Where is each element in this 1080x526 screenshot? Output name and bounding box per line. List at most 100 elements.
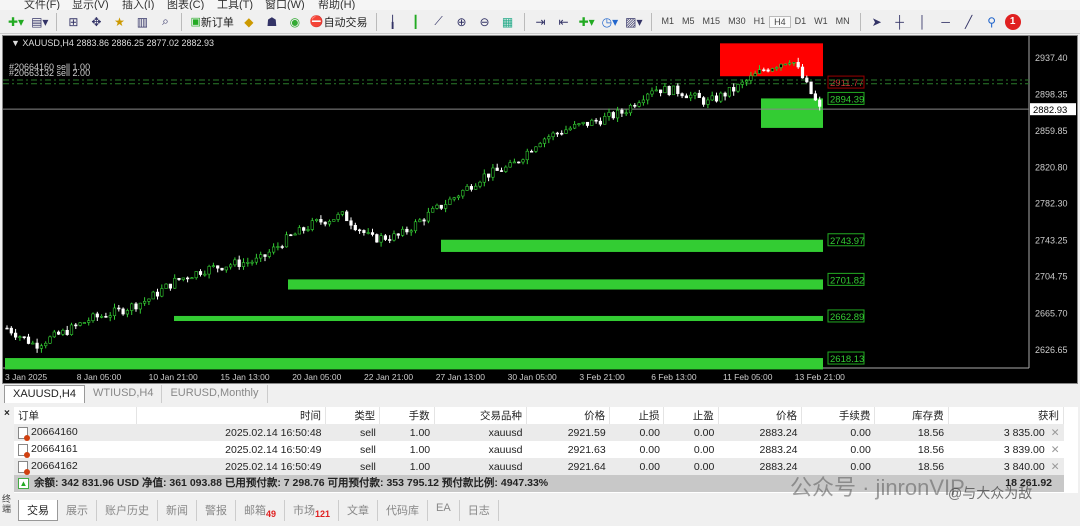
terminal-tab[interactable]: 新闻 (158, 500, 197, 522)
column-header[interactable]: 价格 (526, 407, 611, 424)
search-icon[interactable]: ⚲ (982, 12, 1002, 32)
menu-item[interactable]: 插入(I) (122, 0, 154, 10)
table-row[interactable]: 20664160 2025.02.14 16:50:48 sell 1.00 xauus… (14, 424, 1064, 441)
terminal-tab[interactable]: 展示 (58, 500, 97, 522)
zone-rect[interactable] (761, 98, 823, 128)
autoscroll-icon[interactable]: ⇥ (531, 12, 551, 32)
terminal-tab[interactable]: EA (428, 500, 460, 522)
timeframe-mn[interactable]: MN (832, 16, 854, 28)
new-chart-icon[interactable]: ✚▾ (6, 12, 26, 32)
indicators-icon[interactable]: ✚▾ (577, 12, 597, 32)
timeframe-m1[interactable]: M1 (658, 16, 679, 28)
data-window-icon[interactable]: ✥ (86, 12, 106, 32)
horizontal-line-icon[interactable]: ─ (936, 12, 956, 32)
terminal-tab[interactable]: 代码库 (378, 500, 429, 522)
table-row[interactable]: 20664161 2025.02.14 16:50:49 sell 1.00 xauus… (14, 441, 1064, 458)
column-header[interactable]: 类型 (325, 407, 381, 424)
menu-item[interactable]: 工具(T) (217, 0, 253, 10)
timeframe-h4[interactable]: H4 (769, 15, 791, 28)
zoom-in-icon[interactable]: ⊕ (452, 12, 472, 32)
auto-trading-button[interactable]: ⛔ 自动交易 (308, 12, 370, 32)
cell-value: xauusd (488, 460, 523, 473)
menu-item[interactable]: 图表(C) (167, 0, 204, 10)
line-chart-icon[interactable]: ⟋ (429, 12, 449, 32)
tile-windows-icon[interactable]: ▦ (498, 12, 518, 32)
column-header[interactable]: 止盈 (663, 407, 719, 424)
terminal-tab[interactable]: 交易 (18, 500, 58, 522)
signals-icon[interactable]: ◉ (285, 12, 305, 32)
cell-value: 0.00 (850, 443, 871, 456)
terminal-tab[interactable]: 市场121 (285, 500, 340, 522)
chart-shift-icon[interactable]: ⇤ (554, 12, 574, 32)
market-watch-icon[interactable]: ⊞ (63, 12, 83, 32)
candlestick-icon[interactable]: ┃ (406, 12, 426, 32)
chart-tab[interactable]: EURUSD,Monthly (162, 385, 268, 403)
terminal-tab[interactable]: 日志 (460, 500, 499, 522)
periods-icon[interactable]: ◷▾ (600, 12, 621, 32)
menu-item[interactable]: 窗口(W) (265, 0, 305, 10)
vertical-line-icon[interactable]: │ (913, 12, 933, 32)
candle-body (379, 235, 383, 243)
column-header[interactable]: 获利 (948, 407, 1065, 424)
zone-rect[interactable] (174, 315, 823, 322)
terminal-tab[interactable]: 警报 (197, 500, 236, 522)
terminal-icon[interactable]: ▥ (132, 12, 152, 32)
templates-icon[interactable]: ▨▾ (623, 12, 644, 32)
bar-chart-icon[interactable]: ╽ (383, 12, 403, 32)
timeframe-d1[interactable]: D1 (791, 16, 811, 28)
column-header[interactable]: 时间 (136, 407, 326, 424)
column-header[interactable]: 手数 (379, 407, 435, 424)
zone-rect[interactable] (288, 279, 823, 290)
candle-body (779, 63, 783, 68)
zoom-out-icon[interactable]: ⊖ (475, 12, 495, 32)
column-header[interactable]: 止损 (609, 407, 665, 424)
close-order-icon[interactable]: ✕ (1051, 427, 1060, 439)
table-cell: xauusd (434, 441, 526, 458)
timeframe-m15[interactable]: M15 (699, 16, 725, 28)
community-icon[interactable]: ☗ (262, 12, 282, 32)
menu-item[interactable]: 显示(V) (72, 0, 109, 10)
candle-body (663, 86, 667, 94)
column-header[interactable]: 库存费 (874, 407, 949, 424)
tester-icon[interactable]: ⌕ (155, 12, 175, 32)
metaeditor-icon[interactable]: ◆ (239, 12, 259, 32)
timeframe-m5[interactable]: M5 (678, 16, 699, 28)
separator (523, 12, 525, 31)
zone-rect[interactable] (441, 239, 823, 252)
candle-body (138, 302, 142, 310)
chart-tab[interactable]: WTIUSD,H4 (85, 385, 163, 403)
candle-body (491, 167, 495, 178)
timeframe-w1[interactable]: W1 (810, 16, 832, 28)
zone-rect[interactable] (5, 358, 823, 370)
menu-item[interactable]: 文件(F) (24, 0, 60, 10)
crosshair-icon[interactable]: ┼ (890, 12, 910, 32)
column-header[interactable]: 手续费 (801, 407, 876, 424)
close-terminal-icon[interactable]: × (4, 408, 10, 419)
close-order-icon[interactable]: ✕ (1051, 461, 1060, 473)
close-order-icon[interactable]: ✕ (1051, 444, 1060, 456)
column-header[interactable]: 交易品种 (434, 407, 527, 424)
sell-order-icon (18, 443, 30, 458)
candle-body (637, 102, 641, 107)
new-order-button[interactable]: ▣ 新订单 (188, 12, 235, 32)
timeframe-h1[interactable]: H1 (750, 16, 770, 28)
trendline-icon[interactable]: ╱ (959, 12, 979, 32)
cursor-icon[interactable]: ➤ (867, 12, 887, 32)
terminal-tab[interactable]: 账户历史 (97, 500, 158, 522)
column-header[interactable]: 价格 (718, 407, 803, 424)
terminal-tab[interactable]: 文章 (339, 500, 379, 522)
candle-body (534, 146, 538, 152)
candle-body (9, 327, 13, 334)
candle-body (302, 227, 306, 231)
navigator-icon[interactable]: ★ (109, 12, 129, 32)
chart-tab[interactable]: XAUUSD,H4 (4, 385, 85, 403)
menu-item[interactable]: 帮助(H) (318, 0, 355, 10)
column-header[interactable]: 订单 (14, 407, 138, 424)
timeframe-m30[interactable]: M30 (724, 16, 750, 28)
profiles-icon[interactable]: ▤▾ (29, 12, 50, 32)
price-chart[interactable]: 2937.40 2898.35 2859.85 2820.80 2782.30 2743.… (2, 35, 1078, 384)
cell-value: xauusd (488, 443, 523, 456)
candle-body (624, 112, 628, 115)
notifications-badge[interactable]: 1 (1004, 13, 1021, 30)
terminal-tab[interactable]: 邮箱49 (236, 500, 286, 522)
